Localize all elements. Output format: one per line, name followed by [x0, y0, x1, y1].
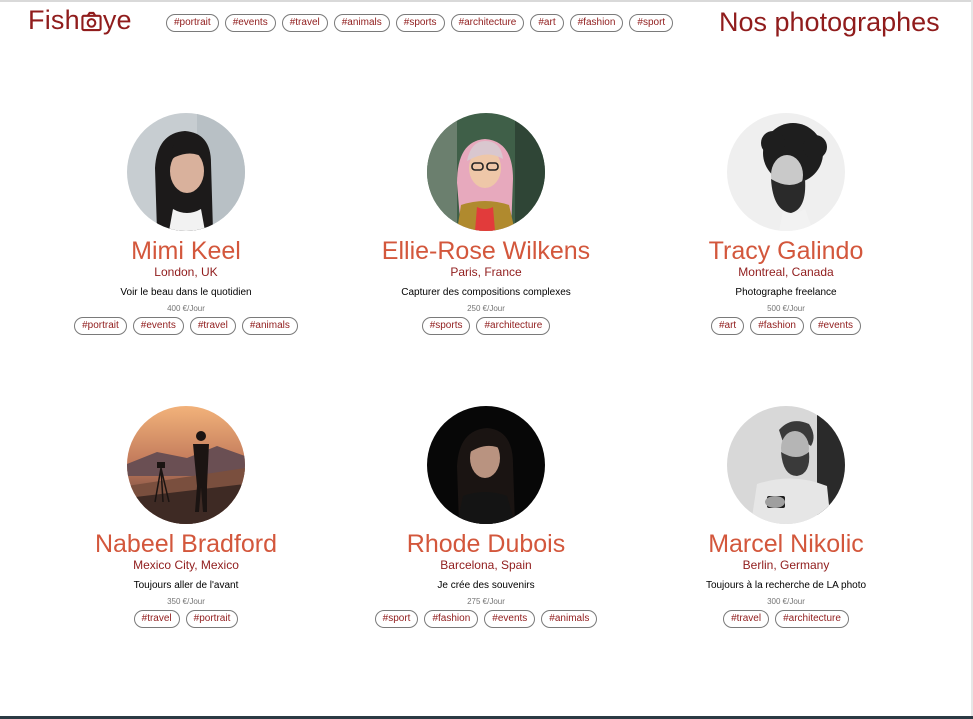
nav-tag-fashion[interactable]: #fashion: [569, 14, 624, 32]
photographer-tagline: Toujours à la recherche de LA photo: [705, 580, 867, 591]
nav-tag-travel[interactable]: #travel: [281, 14, 328, 32]
card-tag-travel[interactable]: #travel: [723, 610, 770, 628]
nav-tag-sports[interactable]: #sports: [395, 14, 445, 32]
nav-tag-portrait[interactable]: #portrait: [166, 14, 219, 32]
photographer-location: Montreal, Canada: [738, 265, 834, 279]
fisheye-logo[interactable]: Fish ye: [28, 5, 132, 36]
nav-tag-art[interactable]: #art: [530, 14, 564, 32]
photographer-name[interactable]: Mimi Keel: [36, 237, 336, 265]
photographer-avatar[interactable]: [727, 113, 845, 231]
photographer-price: 400 €/Jour: [167, 304, 205, 313]
logo-text-start: Fish: [28, 5, 80, 35]
nav-tag-architecture[interactable]: #architecture: [450, 14, 525, 32]
photographer-avatar[interactable]: [727, 406, 845, 524]
photographer-tagline: Photographe freelance: [735, 287, 837, 298]
card-tag-sport[interactable]: #sport: [374, 610, 419, 628]
nav-tag-animals[interactable]: #animals: [333, 14, 390, 32]
photographer-name[interactable]: Nabeel Bradford: [36, 530, 336, 558]
photographer-tagline: Toujours aller de l'avant: [133, 580, 239, 591]
photographer-avatar[interactable]: [127, 113, 245, 231]
photographer-card: Nabeel Bradford Mexico City, Mexico Touj…: [36, 406, 336, 628]
photographer-location: Berlin, Germany: [742, 558, 830, 572]
photographer-tags: #sports #architecture: [336, 317, 636, 335]
photographer-location: Barcelona, Spain: [440, 558, 532, 572]
site-header: Fish ye #portrait #events #travel #animals #…: [0, 0, 973, 48]
card-tag-portrait[interactable]: #portrait: [74, 317, 127, 335]
card-tag-events[interactable]: #events: [484, 610, 536, 628]
tag-filter-nav: #portrait #events #travel #animals #sports #a…: [166, 14, 674, 32]
photographer-tags: #travel #portrait: [36, 610, 336, 628]
photographer-tagline: Capturer des compositions complexes: [401, 287, 571, 298]
card-tag-events[interactable]: #events: [810, 317, 862, 335]
card-tag-fashion[interactable]: #fashion: [750, 317, 804, 335]
nav-tag-sport[interactable]: #sport: [629, 14, 674, 32]
photographer-card: Marcel Nikolic Berlin, Germany Toujours …: [636, 406, 936, 628]
photographer-location: London, UK: [154, 265, 218, 279]
photographer-price: 300 €/Jour: [767, 597, 805, 606]
photographer-price: 350 €/Jour: [167, 597, 205, 606]
photographer-location: Mexico City, Mexico: [133, 558, 239, 572]
photographer-card: Tracy Galindo Montreal, Canada Photograp…: [636, 113, 936, 335]
photographer-card: Mimi Keel London, UK Voir le beau dans l…: [36, 113, 336, 335]
logo-text-end: ye: [102, 5, 132, 35]
photographer-location: Paris, France: [450, 265, 522, 279]
card-tag-animals[interactable]: #animals: [541, 610, 598, 628]
card-tag-sports[interactable]: #sports: [421, 317, 471, 335]
photographer-tagline: Je crée des souvenirs: [437, 580, 535, 591]
photographer-tagline: Voir le beau dans le quotidien: [120, 287, 252, 298]
card-tag-events[interactable]: #events: [132, 317, 184, 335]
card-tag-architecture[interactable]: #architecture: [775, 610, 849, 628]
photographer-tags: #sport #fashion #events #animals: [336, 610, 636, 628]
card-tag-animals[interactable]: #animals: [241, 317, 298, 335]
photographer-name[interactable]: Tracy Galindo: [636, 237, 936, 265]
photographer-avatar[interactable]: [127, 406, 245, 524]
photographer-tags: #art #fashion #events: [636, 317, 936, 335]
photographer-avatar[interactable]: [427, 113, 545, 231]
camera-icon: [81, 8, 102, 32]
card-tag-architecture[interactable]: #architecture: [476, 317, 551, 335]
card-tag-portrait[interactable]: #portrait: [185, 610, 239, 628]
photographer-name[interactable]: Ellie-Rose Wilkens: [336, 237, 636, 265]
card-tag-travel[interactable]: #travel: [189, 317, 236, 335]
photographer-card: Rhode Dubois Barcelona, Spain Je crée de…: [336, 406, 636, 628]
photographer-tags: #travel #architecture: [636, 610, 936, 628]
card-tag-travel[interactable]: #travel: [133, 610, 180, 628]
photographer-card: Ellie-Rose Wilkens Paris, France Capture…: [336, 113, 636, 335]
card-tag-fashion[interactable]: #fashion: [424, 610, 479, 628]
photographer-avatar[interactable]: [427, 406, 545, 524]
photographer-name[interactable]: Marcel Nikolic: [636, 530, 936, 558]
photographer-price: 500 €/Jour: [767, 304, 805, 313]
photographer-price: 275 €/Jour: [467, 597, 505, 606]
card-tag-art[interactable]: #art: [710, 317, 745, 335]
page-title: Nos photographes: [719, 7, 940, 37]
photographer-name[interactable]: Rhode Dubois: [336, 530, 636, 558]
nav-tag-events[interactable]: #events: [224, 14, 276, 32]
photographer-tags: #portrait #events #travel #animals: [36, 317, 336, 335]
photographer-price: 250 €/Jour: [467, 304, 505, 313]
